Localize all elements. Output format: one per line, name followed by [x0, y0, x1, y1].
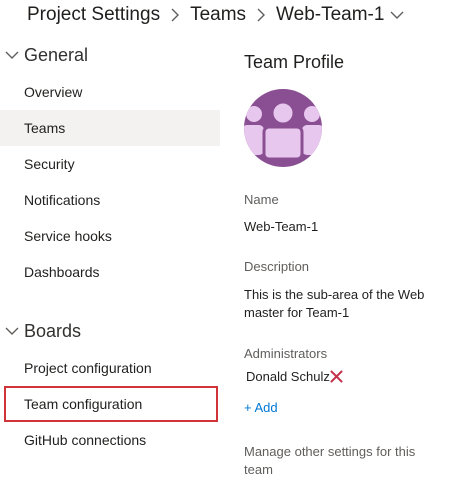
- name-label: Name: [244, 192, 279, 207]
- panel-title: Team Profile: [244, 52, 345, 72]
- sidebar-item-notifications[interactable]: Notifications: [0, 182, 220, 218]
- chevron-right-icon: [246, 8, 276, 22]
- breadcrumb-teams[interactable]: Teams: [190, 4, 246, 26]
- sidebar-item-project-configuration[interactable]: Project configuration: [0, 350, 220, 386]
- administrators-label: Administrators: [244, 346, 328, 361]
- chevron-down-icon[interactable]: [0, 50, 24, 60]
- add-administrator-link[interactable]: + Add: [244, 400, 278, 415]
- team-avatar[interactable]: [244, 89, 322, 167]
- group-boards-title: Boards: [24, 320, 82, 341]
- group-boards-header[interactable]: Boards: [0, 316, 81, 346]
- admin-entry: Donald Schulz: [246, 369, 343, 384]
- chevron-down-icon[interactable]: [390, 10, 404, 20]
- name-value: Web-Team-1: [244, 219, 319, 234]
- admin-name: Donald Schulz: [246, 369, 330, 384]
- chevron-down-icon[interactable]: [0, 326, 24, 336]
- group-general-title: General: [24, 44, 89, 65]
- sidebar-item-overview[interactable]: Overview: [0, 74, 220, 110]
- sidebar-item-security[interactable]: Security: [0, 146, 220, 182]
- sidebar-item-dashboards[interactable]: Dashboards: [0, 254, 220, 290]
- breadcrumb: Project Settings Teams Web-Team-1: [27, 0, 404, 30]
- sidebar-item-team-configuration[interactable]: Team configuration: [4, 386, 218, 422]
- manage-settings-text: Manage other settings for this team: [244, 444, 416, 477]
- group-general-header[interactable]: General: [0, 40, 88, 70]
- chevron-right-icon: [160, 8, 190, 22]
- team-people-icon: [244, 100, 322, 161]
- description-value: This is the sub-area of the Web master f…: [244, 287, 425, 320]
- sidebar-item-github-connections[interactable]: GitHub connections: [0, 422, 220, 458]
- breadcrumb-team-name[interactable]: Web-Team-1: [276, 4, 384, 26]
- breadcrumb-project-settings[interactable]: Project Settings: [27, 4, 160, 26]
- sidebar-item-service-hooks[interactable]: Service hooks: [0, 218, 220, 254]
- sidebar-item-teams[interactable]: Teams: [0, 110, 220, 146]
- description-label: Description: [244, 259, 310, 274]
- remove-admin-icon[interactable]: [330, 370, 343, 383]
